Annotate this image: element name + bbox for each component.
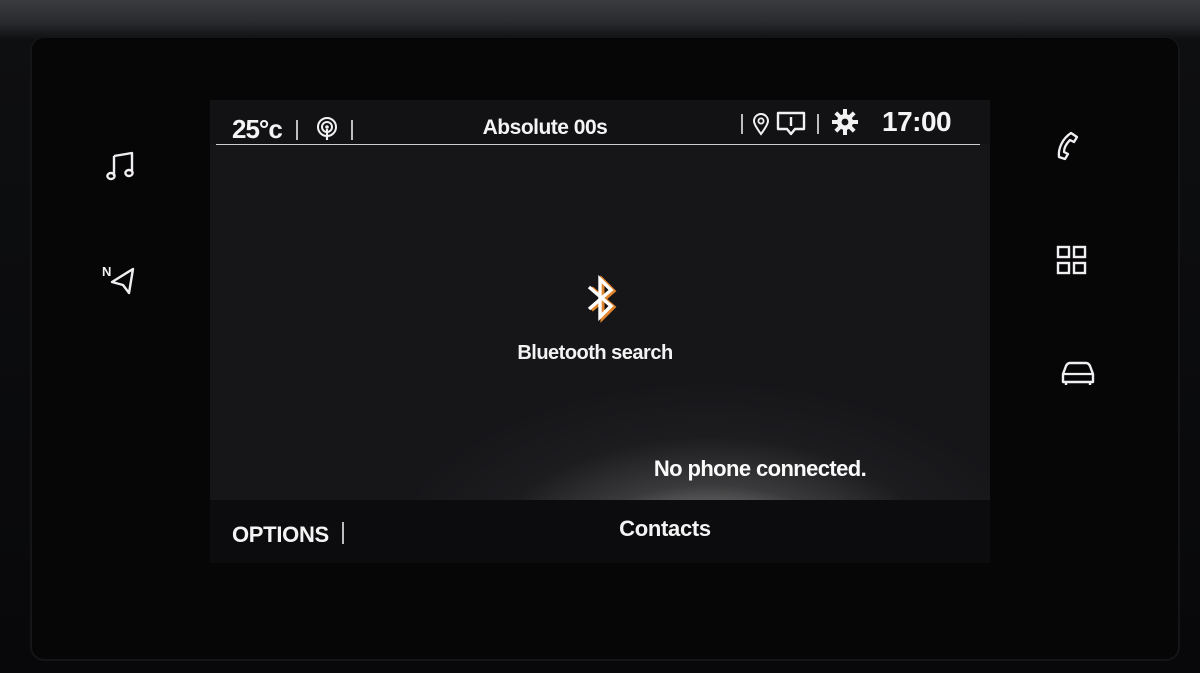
bluetooth-search-button[interactable] xyxy=(570,272,630,324)
bluetooth-icon xyxy=(587,274,617,323)
message-icon xyxy=(776,111,806,136)
status-divider xyxy=(296,120,298,140)
bluetooth-search-label[interactable]: Bluetooth search xyxy=(470,342,720,365)
status-bar-divider xyxy=(216,144,980,145)
radio-station-name[interactable]: Absolute 00s xyxy=(460,116,630,140)
apps-button[interactable] xyxy=(1050,238,1094,282)
infotainment-screen: 25°c Absolute 00s 17:00 Bluetooth search… xyxy=(210,100,990,563)
options-button[interactable]: OPTIONS xyxy=(232,522,329,548)
status-divider xyxy=(351,120,353,140)
radio-button[interactable] xyxy=(314,116,340,142)
location-pin-icon xyxy=(752,113,770,136)
contacts-button[interactable]: Contacts xyxy=(570,516,760,542)
temperature-readout: 25°c xyxy=(232,114,283,144)
settings-button[interactable] xyxy=(831,108,859,136)
radio-signal-icon xyxy=(317,117,337,140)
location-button[interactable] xyxy=(750,111,772,137)
clock: 17:00 xyxy=(882,106,952,137)
bottom-bar: OPTIONS Contacts xyxy=(210,500,990,563)
vehicle-button[interactable] xyxy=(1056,350,1100,394)
status-divider xyxy=(741,114,743,134)
messages-button[interactable] xyxy=(776,110,806,136)
music-button[interactable] xyxy=(98,144,142,188)
status-divider xyxy=(817,114,819,134)
phone-button[interactable] xyxy=(1046,124,1090,168)
apps-grid-icon xyxy=(1056,245,1087,275)
bottom-divider xyxy=(342,522,344,544)
car-icon xyxy=(1061,361,1095,385)
connection-status-message: No phone connected. xyxy=(653,456,867,481)
settings-gear-icon xyxy=(832,109,858,135)
status-bar: 25°c Absolute 00s 17:00 xyxy=(210,100,990,144)
navigation-north-icon: N xyxy=(102,264,135,295)
navigation-button[interactable]: N xyxy=(98,258,142,302)
svg-text:N: N xyxy=(102,264,111,279)
phone-icon xyxy=(1057,131,1079,161)
music-note-icon xyxy=(106,151,134,181)
